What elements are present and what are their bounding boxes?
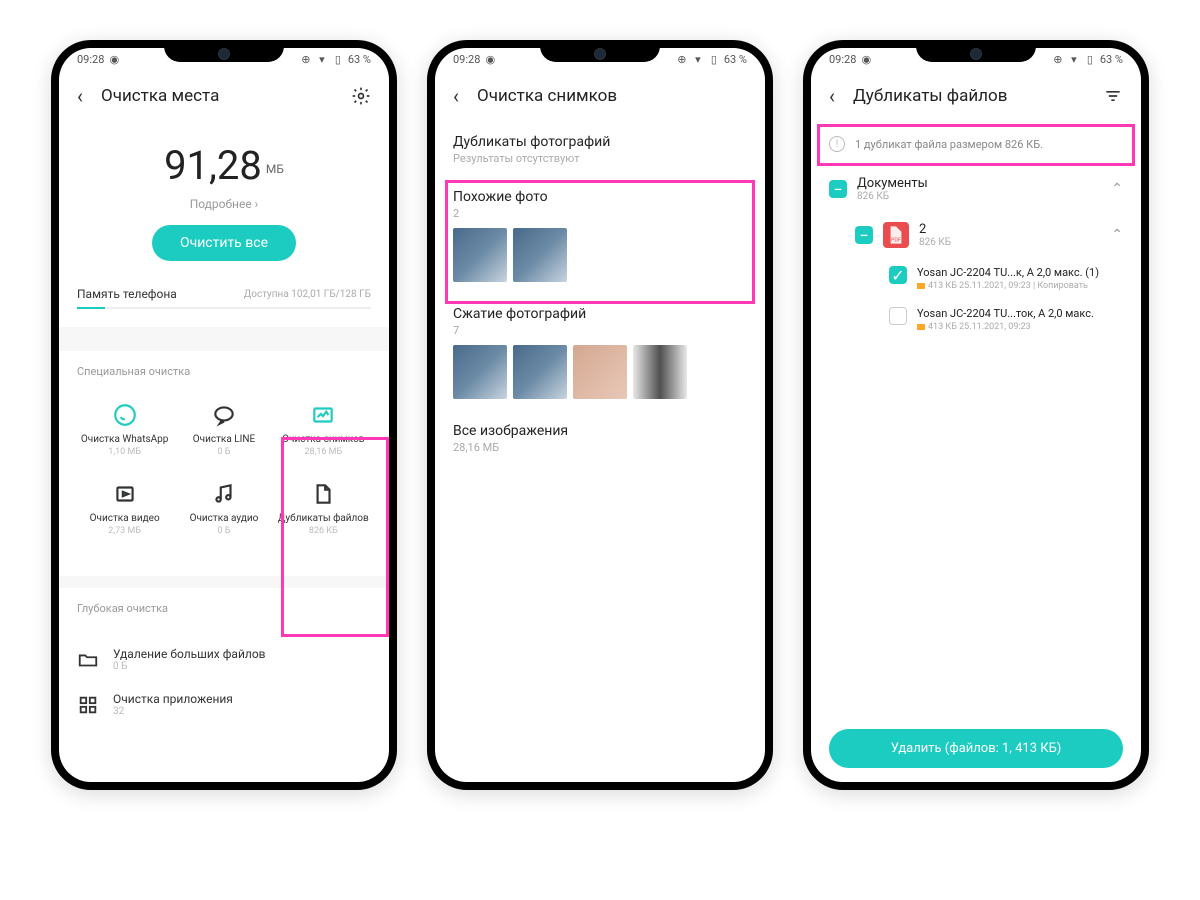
divider [59,327,389,351]
memory-row: Память телефонаДоступна 102,01 ГБ/128 ГБ [59,287,389,301]
storage-total: 91,28МБ [59,142,389,189]
back-icon[interactable]: ‹ [453,84,459,108]
checkbox-icon[interactable] [889,307,907,325]
folder-icon [77,649,99,671]
vibrate-icon: ⊕ [300,53,312,65]
status-bar: 09:28 ◉ ⊕ ▾ ▯ 63 % [59,48,389,70]
details-link[interactable]: Подробнее › [59,197,389,211]
delete-button[interactable]: Удалить (файлов: 1, 413 КБ) [829,729,1123,768]
tile-photos[interactable]: Очистка снимков28,16 МБ [276,394,371,465]
tile-audio[interactable]: Очистка аудио0 Б [176,473,271,544]
file-row[interactable]: Yosan JC-2204 TU...ток, А 2,0 макс.413 К… [811,299,1141,340]
battery-icon: ▯ [332,53,344,65]
apps-icon [77,694,99,716]
section-title: Специальная очистка [77,365,371,378]
group-docs[interactable]: − Документы826 КБ ⌃ [811,166,1141,212]
page-title: Дубликаты файлов [853,86,1085,106]
similar-photos[interactable]: Похожие фото2 [435,177,765,294]
screen-2: 09:28◉ ⊕▾▯63 % ‹ Очистка снимков Дублика… [435,48,765,782]
video-icon [112,481,138,507]
thumbnails [453,345,747,399]
thumb[interactable] [573,345,627,399]
checkbox-icon[interactable]: − [855,226,873,244]
pdf-icon: PDF [883,222,909,248]
special-section: Специальная очистка Очистка WhatsApp1,10… [59,351,389,558]
folder-icon [917,324,925,330]
battery-icon: ▯ [1084,53,1096,65]
tile-duplicates[interactable]: Дубликаты файлов826 КБ [276,473,371,544]
page-title: Очистка снимков [477,86,747,106]
header: ‹ Очистка места [59,70,389,122]
dup-photos[interactable]: Дубликаты фотографийРезультаты отсутству… [435,122,765,177]
image-icon [310,402,336,428]
wifi-icon: ▾ [316,53,328,65]
thumb[interactable] [453,228,507,282]
vibrate-icon: ⊕ [676,53,688,65]
content: 91,28МБ Подробнее › Очистить все Память … [59,122,389,782]
chevron-up-icon[interactable]: ⌃ [1111,227,1123,243]
phone-3: 09:28◉ ⊕▾▯63 % ‹ Дубликаты файлов !1 дуб… [803,40,1149,790]
gear-icon[interactable] [351,86,371,106]
music-icon [211,481,237,507]
tile-line[interactable]: Очистка LINE0 Б [176,394,271,465]
deep-section: Глубокая очистка [59,588,389,637]
checkbox-icon[interactable]: − [829,180,847,198]
filter-icon[interactable] [1103,86,1123,106]
battery-icon: ▯ [708,53,720,65]
divider [59,576,389,588]
sync-icon: ◉ [860,53,872,65]
thumb[interactable] [633,345,687,399]
whatsapp-icon [112,402,138,428]
thumb[interactable] [513,228,567,282]
header: ‹ Очистка снимков [435,70,765,122]
file-row[interactable]: ✓ Yosan JC-2204 TU...к, А 2,0 макс. (1)4… [811,258,1141,299]
thumbnails [453,228,747,282]
status-bar: 09:28◉ ⊕▾▯63 % [435,48,765,70]
screen-1: 09:28 ◉ ⊕ ▾ ▯ 63 % ‹ Очистка места 91,28МБ П… [59,48,389,782]
group-sub[interactable]: − PDF 2826 КБ ⌃ [811,212,1141,258]
content: !1 дубликат файла размером 826 КБ. − Док… [811,122,1141,782]
header: ‹ Дубликаты файлов [811,70,1141,122]
phone-2: 09:28◉ ⊕▾▯63 % ‹ Очистка снимков Дублика… [427,40,773,790]
checkbox-icon[interactable]: ✓ [889,266,907,284]
deep-large-files[interactable]: Удаление больших файлов0 Б [59,637,389,682]
wifi-icon: ▾ [692,53,704,65]
compress-photos[interactable]: Сжатие фотографий7 [435,294,765,411]
thumb[interactable] [513,345,567,399]
back-icon[interactable]: ‹ [77,84,83,108]
clear-all-button[interactable]: Очистить все [152,225,296,261]
status-bar: 09:28◉ ⊕▾▯63 % [811,48,1141,70]
line-icon [211,402,237,428]
phone-1: 09:28 ◉ ⊕ ▾ ▯ 63 % ‹ Очистка места 91,28МБ П… [51,40,397,790]
all-images[interactable]: Все изображения28,16 МБ [435,411,765,466]
tile-whatsapp[interactable]: Очистка WhatsApp1,10 МБ [77,394,172,465]
folder-icon [917,283,925,289]
svg-text:PDF: PDF [891,238,901,244]
content: Дубликаты фотографийРезультаты отсутству… [435,122,765,782]
wifi-icon: ▾ [1068,53,1080,65]
deep-apps[interactable]: Очистка приложения32 [59,682,389,727]
battery-pct: 63 % [348,53,371,66]
page-title: Очистка места [101,86,333,106]
time: 09:28 [77,53,104,66]
vibrate-icon: ⊕ [1052,53,1064,65]
back-icon[interactable]: ‹ [829,84,835,108]
thumb[interactable] [453,345,507,399]
memory-bar [77,307,371,309]
screen-3: 09:28◉ ⊕▾▯63 % ‹ Дубликаты файлов !1 дуб… [811,48,1141,782]
chevron-up-icon[interactable]: ⌃ [1111,181,1123,197]
sync-icon: ◉ [484,53,496,65]
info-icon: ! [829,136,845,152]
sync-icon: ◉ [108,53,120,65]
info-banner: !1 дубликат файла размером 826 КБ. [811,122,1141,166]
tile-video[interactable]: Очистка видео2,73 МБ [77,473,172,544]
file-icon [310,481,336,507]
tiles-grid: Очистка WhatsApp1,10 МБ Очистка LINE0 Б … [77,394,371,544]
